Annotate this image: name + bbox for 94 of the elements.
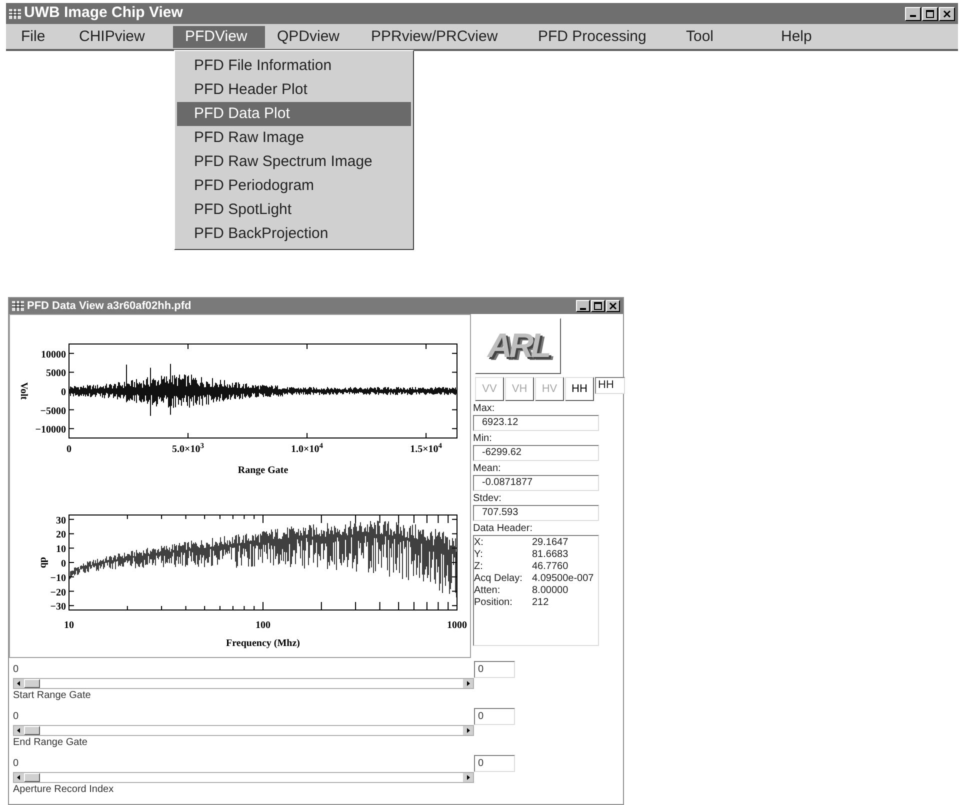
minimize-icon	[580, 308, 586, 310]
close-icon	[609, 302, 617, 310]
menu-item[interactable]: CHIPview	[67, 26, 173, 48]
menu-item[interactable]: QPDview	[265, 26, 359, 48]
header-field-name: Z:	[474, 561, 484, 573]
y-tick-label: −10000	[35, 424, 66, 436]
x-tick-label: 1.0×10$^{4}$	[291, 443, 323, 457]
stat-field[interactable]: 707.593	[473, 505, 599, 521]
window-title: UWB Image Chip View	[24, 3, 184, 24]
header-field-name: X:	[474, 537, 484, 549]
maximize-icon	[926, 10, 934, 18]
header-field-value: 212	[532, 597, 549, 609]
slider-label: Aperture Record Index	[13, 783, 114, 797]
header-field-name: Acq Delay:	[474, 573, 524, 585]
slider-value: 0	[13, 710, 20, 724]
dropdown-item[interactable]: PFD Periodogram	[177, 174, 411, 198]
scrollbar-thumb[interactable]	[24, 726, 40, 735]
y-tick-label: −20	[50, 587, 66, 598]
header-field-value: 4.09500e-007	[532, 573, 594, 585]
y-tick-label: 0	[61, 558, 66, 570]
dropdown-item[interactable]: PFD File Information	[177, 54, 411, 78]
close-icon	[943, 10, 951, 18]
slider-field[interactable]: 0	[474, 755, 515, 772]
axis-label: db	[38, 556, 49, 568]
y-tick-label: −30	[50, 602, 66, 613]
slider-value: 0	[13, 757, 20, 771]
y-tick-label: 5000	[46, 368, 66, 380]
x-tick-label: 0	[66, 443, 72, 457]
y-tick-label: −5000	[40, 406, 66, 417]
x-tick-label: 10	[64, 620, 74, 631]
stat-label: Min:	[473, 432, 493, 445]
axis-label: Range Gate	[238, 465, 288, 476]
maximize-button[interactable]	[922, 6, 938, 20]
maximize-button[interactable]	[591, 300, 605, 312]
x-tick-label: 100	[256, 620, 270, 631]
slider-field[interactable]: 0	[474, 661, 515, 678]
stat-label: Mean:	[473, 462, 502, 475]
scrollbar-thumb[interactable]	[24, 679, 40, 688]
header-field-name: Atten:	[474, 585, 502, 597]
stat-field[interactable]: -0.0871877	[473, 475, 599, 491]
menu-item[interactable]: PFDView	[173, 26, 265, 48]
y-tick-label: 20	[56, 530, 66, 541]
header-field-value: 46.7760	[532, 561, 568, 573]
stat-field[interactable]: 6923.12	[473, 415, 599, 431]
x-tick-label: 1.5×10$^{4}$	[410, 443, 442, 457]
app-icon	[12, 300, 24, 312]
stat-label: Stdev:	[473, 492, 502, 505]
scrollbar[interactable]	[13, 772, 474, 783]
slider-label: Start Range Gate	[13, 689, 91, 703]
dropdown-item[interactable]: PFD Raw Spectrum Image	[177, 150, 411, 174]
minimize-icon	[910, 15, 916, 17]
dropdown-item[interactable]: PFD BackProjection	[177, 222, 411, 246]
header-field-name: Position:	[474, 597, 514, 609]
dropdown-item[interactable]: PFD SpotLight	[177, 198, 411, 222]
scrollbar[interactable]	[13, 678, 474, 689]
slider-value: 0	[13, 663, 20, 677]
y-tick-label: 0	[61, 387, 66, 398]
y-tick-label: 10000	[41, 349, 66, 360]
header-field-value: 29.1647	[532, 537, 568, 549]
menu-item[interactable]: PPRview/PRCview	[359, 26, 526, 48]
y-tick-label: −10	[50, 572, 66, 584]
stat-label: Max:	[473, 402, 496, 415]
minimize-button[interactable]	[905, 6, 921, 20]
slider-field[interactable]: 0	[474, 708, 515, 725]
axis-label: Frequency (Mhz)	[226, 638, 300, 649]
x-tick-label: 1000	[447, 620, 467, 631]
window-title: PFD Data View a3r60af02hh.pfd	[27, 298, 192, 314]
menu-item[interactable]: Tool	[674, 26, 769, 48]
close-button[interactable]	[939, 6, 955, 20]
close-button[interactable]	[606, 300, 620, 312]
data-header-label: Data Header:	[473, 522, 534, 535]
logo: ARL	[488, 326, 548, 366]
slider-label: End Range Gate	[13, 736, 88, 750]
menu-item[interactable]: Help	[769, 26, 849, 48]
app-icon	[9, 8, 21, 20]
header-field-value: 81.6683	[532, 549, 568, 561]
y-tick-label: 10	[56, 544, 66, 556]
header-field-value: 8.00000	[532, 585, 568, 597]
menu-item[interactable]: File	[9, 26, 67, 48]
polarization-button[interactable]: HH	[565, 377, 594, 401]
dropdown-item[interactable]: PFD Data Plot	[177, 102, 411, 126]
stat-field[interactable]: -6299.62	[473, 445, 599, 461]
y-tick-label: 30	[56, 515, 66, 526]
scrollbar-thumb[interactable]	[24, 773, 40, 782]
minimize-button[interactable]	[576, 300, 590, 312]
menu-item[interactable]: PFD Processing	[526, 26, 674, 48]
header-field-name: Y:	[474, 549, 484, 561]
x-tick-label: 5.0×10$^{3}$	[172, 443, 204, 457]
dropdown-item[interactable]: PFD Raw Image	[177, 126, 411, 150]
polarization-field[interactable]: HH	[595, 377, 625, 394]
axis-label: Volt	[18, 382, 29, 400]
scrollbar[interactable]	[13, 725, 474, 736]
dropdown-item[interactable]: PFD Header Plot	[177, 78, 411, 102]
maximize-icon	[594, 302, 602, 310]
